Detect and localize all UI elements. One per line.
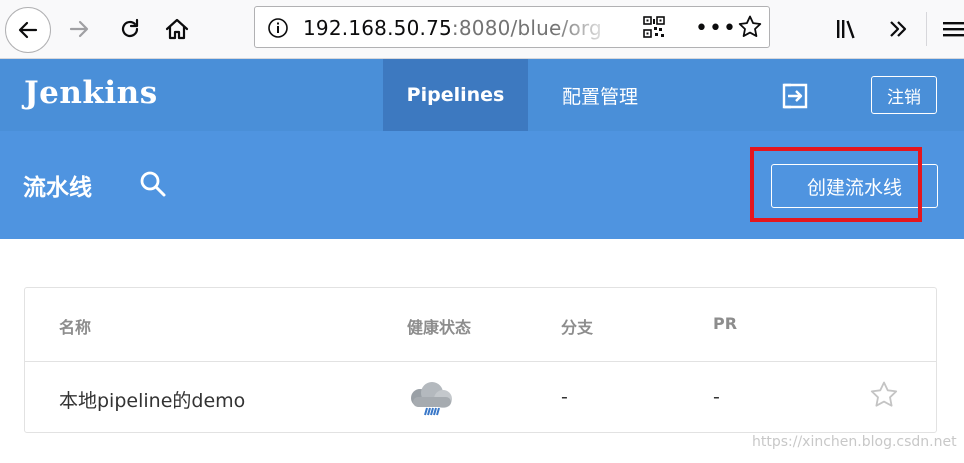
reload-button[interactable] [113, 14, 147, 44]
search-icon[interactable] [139, 170, 167, 198]
column-name[interactable]: 名称 [59, 314, 91, 338]
pipelines-table: 名称 健康状态 分支 PR 本地pipeline的demo - - [24, 287, 937, 433]
url-host: 192.168.50.75 [303, 16, 452, 40]
double-chevron-right-icon [890, 21, 907, 37]
reload-icon [121, 18, 139, 38]
favorite-star-icon[interactable] [869, 380, 899, 410]
hamburger-icon [943, 22, 964, 37]
info-icon[interactable] [267, 17, 289, 39]
table-row[interactable]: 本地pipeline的demo - - [25, 362, 936, 432]
highlight-annotation [750, 147, 922, 222]
url-fade [555, 11, 615, 43]
url-bar[interactable]: 192.168.50.75:8080/blue/orga ••• [254, 6, 770, 48]
forward-button[interactable] [62, 14, 96, 44]
toolbar-divider [926, 12, 927, 46]
pipeline-name[interactable]: 本地pipeline的demo [59, 386, 245, 413]
back-button[interactable] [5, 7, 51, 53]
browser-toolbar: 192.168.50.75:8080/blue/orga ••• [0, 0, 964, 59]
page-actions-icon[interactable]: ••• [695, 16, 737, 41]
exit-classic-icon[interactable] [780, 81, 810, 111]
library-button[interactable] [830, 14, 866, 44]
hamburger-menu-button[interactable] [940, 14, 964, 44]
library-icon [837, 20, 855, 39]
column-health[interactable]: 健康状态 [407, 314, 471, 338]
forward-arrow-icon [69, 20, 89, 38]
jenkins-header: Jenkins Pipelines 配置管理 注销 [0, 59, 964, 131]
back-arrow-icon [18, 21, 38, 39]
pipeline-branches: - [561, 386, 568, 408]
column-branches[interactable]: 分支 [561, 314, 593, 338]
tab-config-management[interactable]: 配置管理 [540, 59, 660, 131]
qr-code-icon[interactable] [643, 16, 665, 38]
pipeline-prs: - [713, 386, 720, 408]
logout-button[interactable]: 注销 [871, 76, 937, 114]
home-button[interactable] [160, 13, 194, 45]
watermark: https://xinchen.blog.csdn.net [752, 434, 957, 450]
column-pr[interactable]: PR [713, 314, 737, 333]
tab-pipelines[interactable]: Pipelines [383, 59, 528, 131]
table-header: 名称 健康状态 分支 PR [25, 288, 936, 362]
overflow-menu-button[interactable] [880, 14, 916, 44]
rain-cloud-icon [411, 382, 452, 416]
jenkins-logo[interactable]: Jenkins [24, 75, 158, 111]
bookmark-star-icon[interactable] [737, 14, 763, 40]
home-icon [165, 18, 189, 40]
pipelines-subheader: 流水线 创建流水线 [0, 131, 964, 239]
page-title: 流水线 [23, 175, 92, 201]
